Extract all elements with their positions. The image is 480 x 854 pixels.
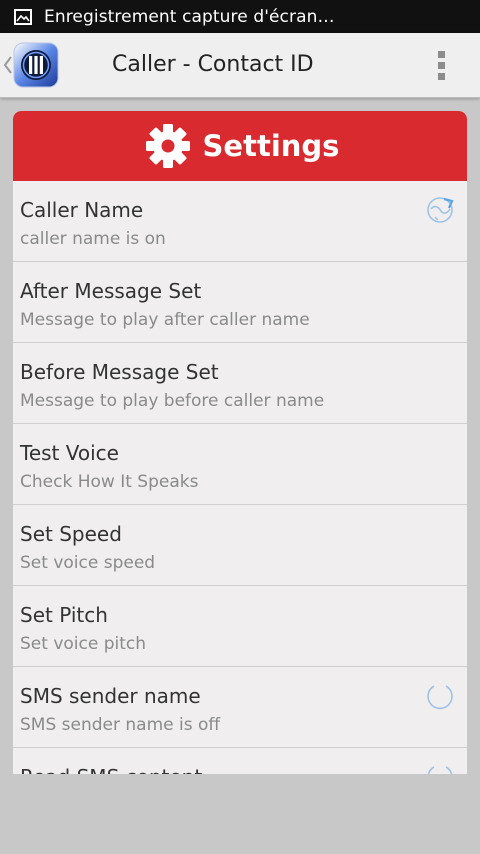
setting-summary: caller name is on (20, 229, 166, 249)
setting-read-sms-content[interactable]: Read SMS content (13, 748, 467, 774)
app-logo-icon[interactable] (12, 41, 60, 89)
toggle-off-icon[interactable] (425, 762, 455, 774)
setting-title: SMS sender name (20, 684, 201, 708)
setting-sms-sender-name[interactable]: SMS sender name SMS sender name is off (13, 667, 467, 748)
setting-summary: Message to play after caller name (20, 310, 310, 330)
settings-card: Settings Caller Name caller name is on A… (13, 111, 467, 774)
setting-summary: Message to play before caller name (20, 391, 325, 411)
setting-title: Caller Name (20, 198, 144, 222)
toggle-on-icon[interactable] (425, 195, 455, 225)
setting-summary: Check How It Speaks (20, 472, 199, 492)
notification-text: Enregistrement capture d'écran… (44, 6, 335, 27)
action-bar: Caller - Contact ID (0, 33, 480, 98)
setting-summary: Set voice speed (20, 553, 156, 573)
setting-summary: Set voice pitch (20, 634, 147, 654)
background-area (0, 774, 480, 854)
overflow-menu-icon[interactable] (428, 47, 456, 83)
setting-title: Read SMS content (20, 765, 202, 774)
setting-before-message[interactable]: Before Message Set Message to play befor… (13, 343, 467, 424)
app-title: Caller - Contact ID (112, 52, 314, 77)
gear-icon (145, 124, 190, 168)
setting-title: Test Voice (20, 441, 119, 465)
setting-title: After Message Set (20, 279, 202, 303)
status-bar: Enregistrement capture d'écran… (0, 0, 480, 33)
settings-title: Settings (202, 129, 340, 163)
setting-title: Set Speed (20, 522, 122, 546)
toggle-off-icon[interactable] (425, 681, 455, 711)
setting-caller-name[interactable]: Caller Name caller name is on (13, 181, 467, 262)
setting-title: Before Message Set (20, 360, 219, 384)
setting-set-pitch[interactable]: Set Pitch Set voice pitch (13, 586, 467, 667)
screenshot-image-icon (14, 8, 32, 25)
setting-title: Set Pitch (20, 603, 108, 627)
setting-test-voice[interactable]: Test Voice Check How It Speaks (13, 424, 467, 505)
setting-after-message[interactable]: After Message Set Message to play after … (13, 262, 467, 343)
setting-summary: SMS sender name is off (20, 715, 221, 735)
setting-set-speed[interactable]: Set Speed Set voice speed (13, 505, 467, 586)
settings-list: Caller Name caller name is on After Mess… (13, 181, 467, 774)
settings-header: Settings (13, 111, 467, 181)
